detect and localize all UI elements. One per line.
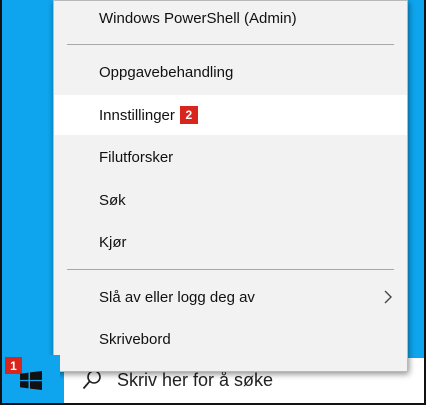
step-badge-2: 2	[179, 106, 198, 124]
chevron-right-icon	[384, 290, 392, 304]
menu-item-search[interactable]: Søk	[54, 180, 407, 220]
menu-separator	[67, 269, 394, 270]
menu-item-label: Oppgavebehandling	[99, 63, 234, 81]
menu-item-label: Windows PowerShell (Admin)	[99, 9, 297, 27]
search-placeholder: Skriv her for å søke	[117, 370, 274, 390]
menu-item-file-explorer[interactable]: Filutforsker	[54, 137, 407, 177]
search-icon	[82, 370, 101, 390]
menu-item-shutdown-signout[interactable]: Slå av eller logg deg av	[54, 277, 407, 317]
menu-item-task-manager[interactable]: Oppgavebehandling	[54, 52, 407, 92]
menu-item-label: Søk	[99, 191, 126, 209]
menu-item-run[interactable]: Kjør	[54, 222, 407, 262]
menu-item-label: Slå av eller logg deg av	[99, 288, 255, 306]
menu-item-label: Kjør	[99, 233, 127, 251]
menu-item-powershell-admin[interactable]: Windows PowerShell (Admin)	[54, 0, 407, 38]
menu-separator	[67, 44, 394, 45]
menu-item-label: Innstillinger	[99, 106, 175, 124]
start-button[interactable]: 1	[2, 355, 60, 403]
menu-item-desktop[interactable]: Skrivebord	[54, 319, 407, 359]
menu-item-label: Filutforsker	[99, 148, 174, 166]
windows-logo-icon	[20, 371, 42, 390]
window-border-left	[0, 0, 2, 405]
menu-item-label: Skrivebord	[99, 330, 171, 348]
power-user-menu: Windows PowerShell (Admin) Oppgavebehand…	[53, 0, 408, 372]
menu-item-settings[interactable]: Innstillinger 2	[54, 95, 407, 135]
